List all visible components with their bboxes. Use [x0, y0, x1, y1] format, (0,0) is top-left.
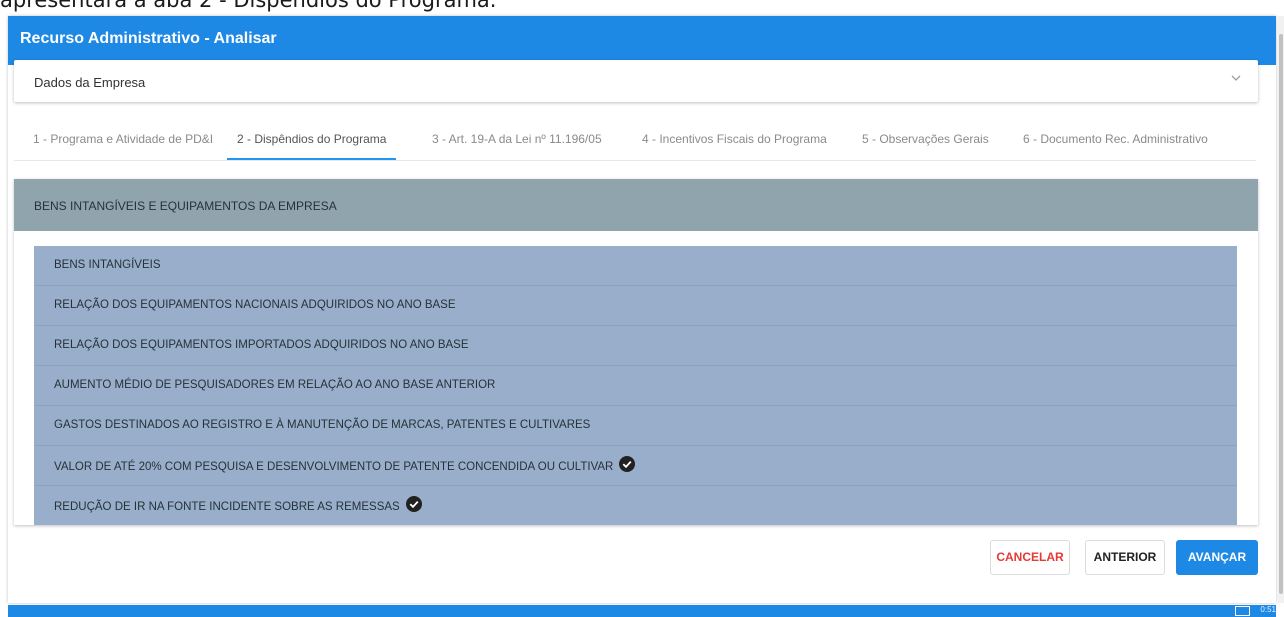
cancel-button[interactable]: CANCELAR: [990, 540, 1070, 575]
previous-button[interactable]: ANTERIOR: [1085, 540, 1165, 575]
status-text: 0:51: [1260, 605, 1276, 614]
tab-art-19a[interactable]: 3 - Art. 19-A da Lei nº 11.196/05: [432, 118, 602, 160]
list-item-valor-20-pesquisa[interactable]: VALOR DE ATÉ 20% COM PESQUISA E DESENVOL…: [34, 446, 1237, 486]
tab-observacoes-gerais[interactable]: 5 - Observações Gerais: [862, 118, 989, 160]
tab-programa-atividade[interactable]: 1 - Programa e Atividade de PD&I: [33, 118, 213, 160]
company-data-label: Dados da Empresa: [34, 75, 146, 90]
scrollbar-thumb[interactable]: [1279, 34, 1283, 594]
tab-incentivos-fiscais[interactable]: 4 - Incentivos Fiscais do Programa: [642, 118, 827, 160]
list-item-reducao-ir-fonte[interactable]: REDUÇÃO DE IR NA FONTE INCIDENTE SOBRE A…: [34, 486, 1237, 525]
check-circle-icon: [619, 456, 636, 475]
list-item-label: RELAÇÃO DOS EQUIPAMENTOS NACIONAIS ADQUI…: [54, 299, 456, 311]
list-item-equipamentos-importados[interactable]: RELAÇÃO DOS EQUIPAMENTOS IMPORTADOS ADQU…: [34, 326, 1237, 366]
status-bar: 0:51: [8, 605, 1276, 617]
dispendios-panel: BENS INTANGÍVEIS E EQUIPAMENTOS DA EMPRE…: [14, 179, 1258, 525]
dialog-title: Recurso Administrativo - Analisar: [20, 30, 277, 47]
list-item-aumento-pesquisadores[interactable]: AUMENTO MÉDIO DE PESQUISADORES EM RELAÇÃ…: [34, 366, 1237, 406]
list-item-bens-intangiveis[interactable]: BENS INTANGÍVEIS: [34, 246, 1237, 286]
list-item-label: REDUÇÃO DE IR NA FONTE INCIDENTE SOBRE A…: [54, 496, 422, 515]
list-item-equipamentos-nacionais[interactable]: RELAÇÃO DOS EQUIPAMENTOS NACIONAIS ADQUI…: [34, 286, 1237, 326]
section-title: BENS INTANGÍVEIS E EQUIPAMENTOS DA EMPRE…: [34, 199, 337, 213]
list-item-label: BENS INTANGÍVEIS: [54, 259, 161, 271]
next-button[interactable]: AVANÇAR: [1176, 540, 1258, 575]
tab-bar: 1 - Programa e Atividade de PD&I 2 - Dis…: [14, 118, 1256, 161]
section-header-bens-intangiveis-equipamentos[interactable]: BENS INTANGÍVEIS E EQUIPAMENTOS DA EMPRE…: [14, 179, 1258, 231]
tab-dispendios[interactable]: 2 - Dispêndios do Programa: [227, 118, 397, 160]
list-item-label: VALOR DE ATÉ 20% COM PESQUISA E DESENVOL…: [54, 456, 636, 475]
screen-icon: [1235, 606, 1250, 616]
dialog-header: Recurso Administrativo - Analisar: [8, 16, 1276, 65]
scrollbar[interactable]: [1278, 16, 1284, 603]
list-item-label: GASTOS DESTINADOS AO REGISTRO E À MANUTE…: [54, 419, 591, 431]
list-item-gastos-marcas-patentes[interactable]: GASTOS DESTINADOS AO REGISTRO E À MANUTE…: [34, 406, 1237, 446]
chevron-down-icon[interactable]: [1230, 72, 1242, 87]
company-data-panel[interactable]: Dados da Empresa: [14, 60, 1258, 102]
list-item-label: AUMENTO MÉDIO DE PESQUISADORES EM RELAÇÃ…: [54, 379, 496, 391]
tab-documento-rec-administrativo[interactable]: 6 - Documento Rec. Administrativo: [1023, 118, 1208, 160]
document-caption: apresentará a aba 2 - Dispêndios do Prog…: [0, 0, 497, 12]
check-circle-icon: [405, 496, 422, 515]
list-item-label: RELAÇÃO DOS EQUIPAMENTOS IMPORTADOS ADQU…: [54, 339, 469, 351]
